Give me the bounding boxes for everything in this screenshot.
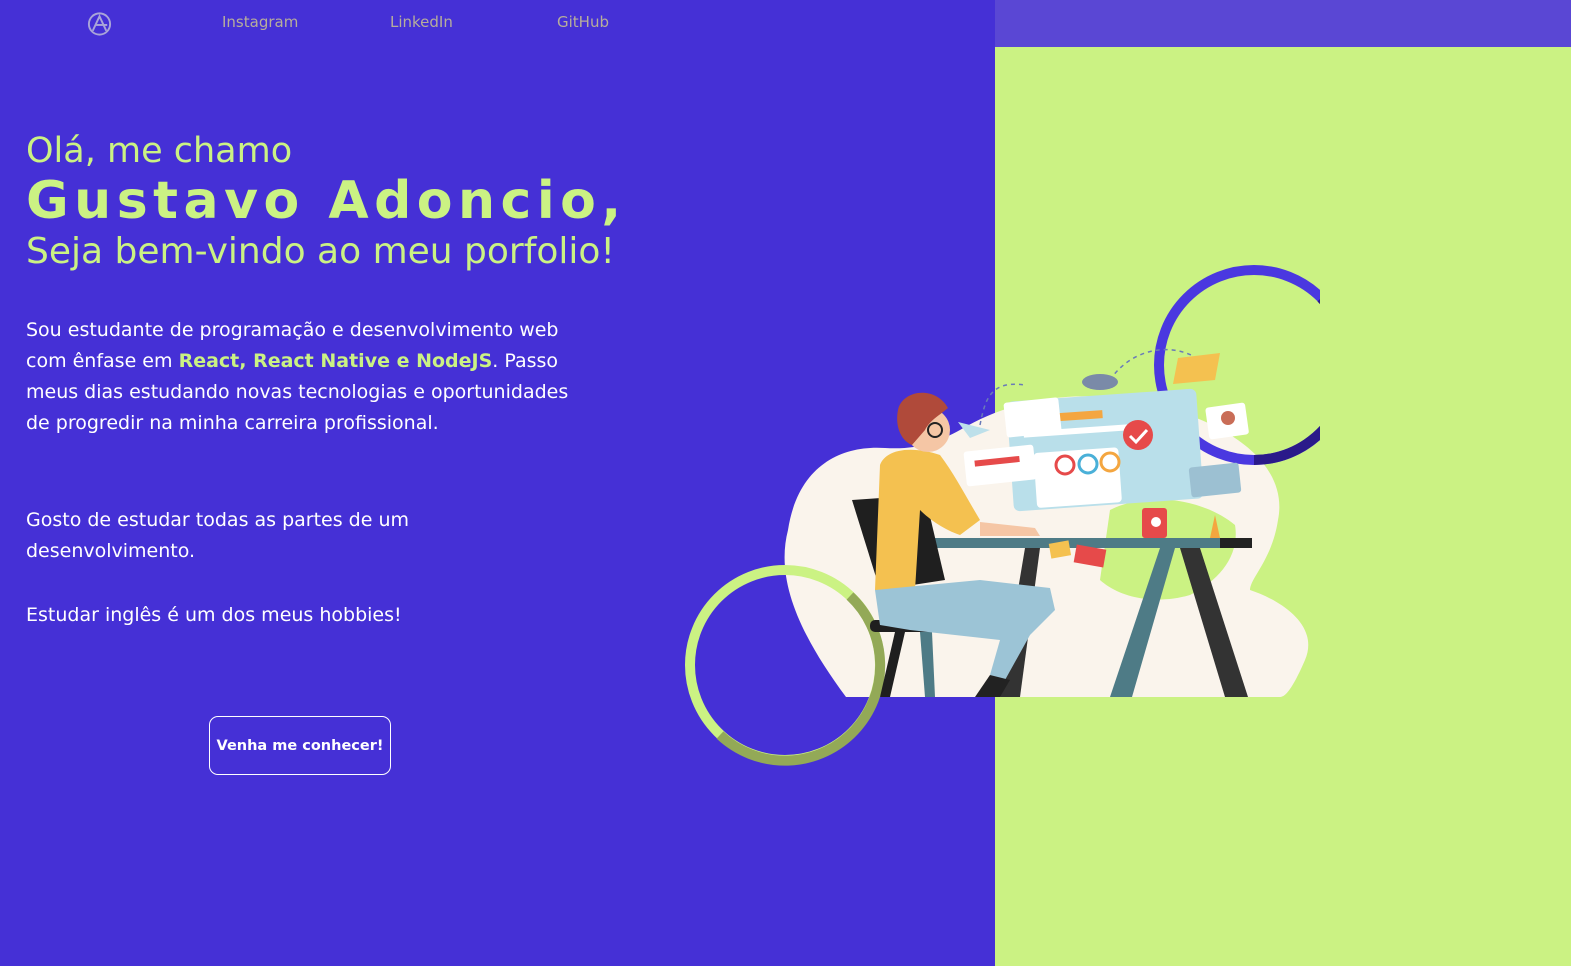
know-me-button[interactable]: Venha me conhecer!: [209, 716, 391, 775]
hero-name: Gustavo Adoncio,: [26, 171, 627, 231]
developer-at-desk-illustration: [685, 265, 1320, 766]
logo-icon[interactable]: [86, 9, 113, 39]
hobby-paragraph: Estudar inglês é um dos meus hobbies!: [26, 604, 402, 626]
hero-welcome: Seja bem-vindo ao meu porfolio!: [26, 231, 615, 272]
about-paragraph: Sou estudante de programação e desenvolv…: [26, 315, 596, 439]
nav-link-github[interactable]: GitHub: [557, 13, 609, 31]
top-nav: Instagram LinkedIn GitHub: [0, 0, 995, 46]
nav-link-linkedin[interactable]: LinkedIn: [390, 13, 453, 31]
nav-right-bar: [995, 0, 1571, 47]
tech-highlight: React, React Native e NodeJS: [178, 350, 493, 372]
hero-greeting: Olá, me chamo: [26, 131, 293, 171]
study-paragraph: Gosto de estudar todas as partes de um d…: [26, 509, 410, 562]
nav-link-instagram[interactable]: Instagram: [222, 13, 298, 31]
